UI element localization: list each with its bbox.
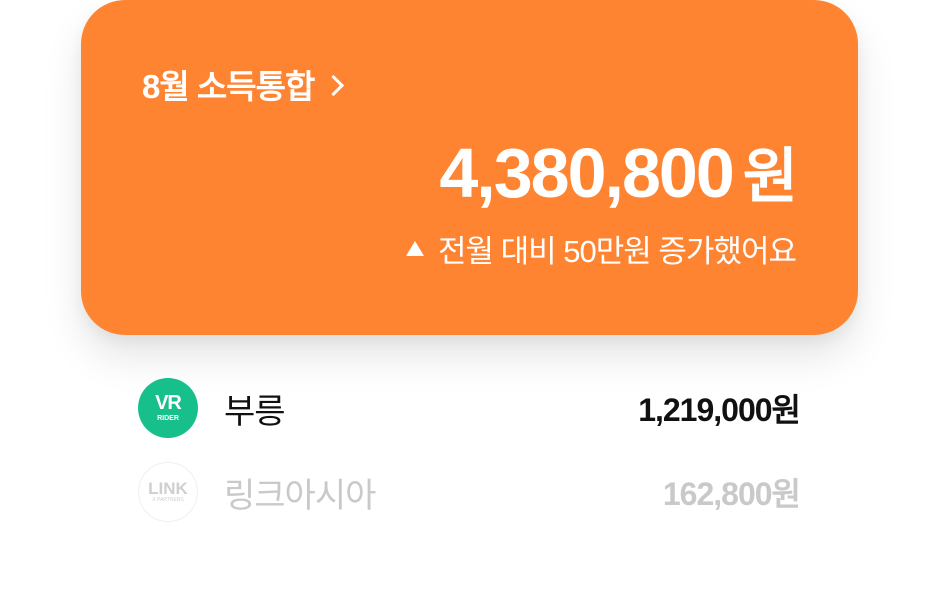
vroong-logo-icon: VR RIDER <box>138 378 198 438</box>
logo-subtext: X PARTNERS <box>152 497 184 503</box>
logo-mark: VR <box>155 392 182 414</box>
total-amount-value: 4,380,800 <box>439 134 734 212</box>
card-title: 8월 소득통합 <box>142 68 315 105</box>
up-triangle-icon <box>405 241 424 256</box>
source-amount: 1,219,000원 <box>638 392 801 428</box>
list-item-linkasia[interactable]: LINK X PARTNERS 링크아시아 162,800원 <box>138 462 801 522</box>
card-title-link[interactable]: 8월 소득통합 <box>142 62 345 106</box>
income-source-list: VR RIDER 부릉 1,219,000원 LINK X PARTNERS 링… <box>138 378 801 546</box>
change-text: 전월 대비 50만원 증가했어요 <box>437 234 797 269</box>
logo-mark: LINK <box>148 479 188 498</box>
source-name: 링크아시아 <box>224 476 376 515</box>
total-amount-unit: 원 <box>742 143 798 210</box>
income-summary-screen: 8월 소득통합 4,380,800 원 전월 대비 50만원 증가했어요 VR … <box>0 0 936 600</box>
chevron-right-icon <box>323 74 345 96</box>
list-item-vroong[interactable]: VR RIDER 부릉 1,219,000원 <box>138 378 801 438</box>
linkasia-logo-icon: LINK X PARTNERS <box>138 462 198 522</box>
logo-subtext: RIDER <box>157 415 179 422</box>
change-summary: 전월 대비 50만원 증가했어요 <box>405 226 797 271</box>
monthly-income-card[interactable]: 8월 소득통합 4,380,800 원 전월 대비 50만원 증가했어요 <box>81 0 858 335</box>
source-amount: 162,800원 <box>662 476 801 512</box>
source-name: 부릉 <box>224 392 286 431</box>
total-amount: 4,380,800 원 <box>439 128 798 215</box>
